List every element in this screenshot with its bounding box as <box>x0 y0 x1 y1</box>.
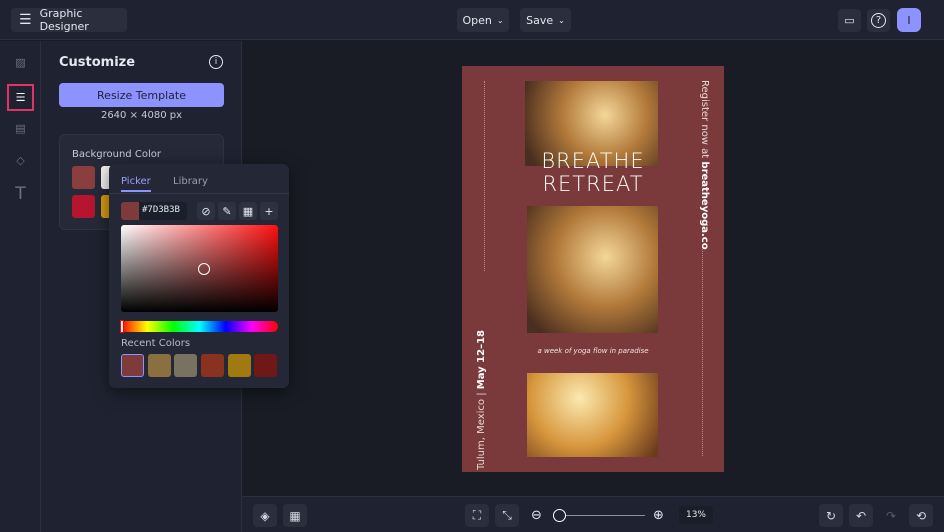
chevron-down-icon: ⌄ <box>558 16 565 25</box>
layout-icon[interactable]: ▤ <box>9 117 32 140</box>
recent-color-4[interactable] <box>201 354 224 377</box>
comment-icon: ▭ <box>844 14 854 27</box>
top-bar: ☰ Graphic Designer Open ⌄ Save ⌄ ▭ ? I <box>0 0 944 40</box>
open-button[interactable]: Open ⌄ <box>457 8 509 32</box>
recent-color-5[interactable] <box>228 354 251 377</box>
recent-color-3[interactable] <box>174 354 197 377</box>
location: Tulum, Mexico | <box>476 389 487 470</box>
open-label: Open <box>462 14 491 27</box>
register-prefix: Register now at <box>699 80 710 161</box>
bottom-bar: ◈ ▦ ⛶ ⤡ ⊖ ⊕ 13% ↻ ↶ ↷ ⟲ <box>242 496 944 532</box>
help-button[interactable]: ? <box>867 9 890 32</box>
divider-right <box>702 246 703 456</box>
layers-icon[interactable]: ◈ <box>253 504 277 527</box>
bg-swatch-current[interactable] <box>72 166 95 189</box>
refresh-icon[interactable]: ↻ <box>819 504 843 527</box>
add-color-icon[interactable]: + <box>260 202 278 220</box>
hex-input[interactable]: #7D3B3B <box>121 202 187 220</box>
shrink-icon[interactable]: ⤡ <box>495 504 519 527</box>
zoom-in-icon[interactable]: ⊕ <box>653 508 664 523</box>
current-color-swatch <box>121 202 139 220</box>
bg-color-label: Background Color <box>72 149 161 160</box>
customize-icon[interactable]: ☰ <box>7 84 34 111</box>
saturation-area[interactable] <box>121 225 278 312</box>
register-url: breatheyoga.co <box>699 161 710 249</box>
history-icon[interactable]: ⟲ <box>909 504 933 527</box>
redo-icon[interactable]: ↷ <box>879 504 903 527</box>
zoom-level[interactable]: 13% <box>679 506 713 524</box>
poster-title[interactable]: BREATHE RETREAT <box>522 150 664 196</box>
no-color-icon[interactable]: ⊘ <box>197 202 215 220</box>
photo-tea-pour[interactable] <box>527 206 658 333</box>
hue-slider[interactable] <box>121 321 278 332</box>
hue-handle[interactable] <box>120 320 124 333</box>
recent-color-6[interactable] <box>254 354 277 377</box>
zoom-out-icon[interactable]: ⊖ <box>531 508 542 523</box>
zoom-slider-handle[interactable] <box>553 509 566 522</box>
save-label: Save <box>526 14 553 27</box>
avatar-initial: I <box>907 14 910 27</box>
app-title: Graphic Designer <box>40 7 127 33</box>
tool-rail: ▨ ☰ ▤ ◇ T <box>0 41 41 532</box>
eyedropper-icon[interactable]: ✎ <box>218 202 236 220</box>
tab-divider <box>109 193 289 194</box>
photo-teapot[interactable] <box>527 373 658 457</box>
register-text[interactable]: Register now at breatheyoga.co <box>699 80 710 250</box>
comments-button[interactable]: ▭ <box>838 9 861 32</box>
chevron-down-icon: ⌄ <box>497 16 504 25</box>
recent-color-2[interactable] <box>148 354 171 377</box>
help-icon: ? <box>871 13 886 28</box>
panel-title: Customize <box>59 55 135 70</box>
tab-picker[interactable]: Picker <box>121 176 151 192</box>
resize-template-button[interactable]: Resize Template <box>59 83 224 107</box>
undo-icon[interactable]: ↶ <box>849 504 873 527</box>
palette-grid-icon[interactable]: ▦ <box>239 202 257 220</box>
grid-view-icon[interactable]: ▦ <box>283 504 307 527</box>
saturation-handle[interactable] <box>198 263 210 275</box>
recent-colors-label: Recent Colors <box>121 338 190 349</box>
text-icon[interactable]: T <box>9 182 32 205</box>
bg-swatch-red[interactable] <box>72 195 95 218</box>
tab-library[interactable]: Library <box>173 176 208 187</box>
title-line-1: BREATHE <box>522 150 664 173</box>
fit-screen-icon[interactable]: ⛶ <box>465 504 489 527</box>
template-dimensions: 2640 × 4080 px <box>59 110 224 121</box>
save-button[interactable]: Save ⌄ <box>520 8 571 32</box>
recent-color-1[interactable] <box>121 354 144 377</box>
avatar[interactable]: I <box>897 8 921 32</box>
location-dates[interactable]: Tulum, Mexico | May 12–18 <box>476 330 487 470</box>
poster[interactable]: BREATHE RETREAT a week of yoga flow in p… <box>462 66 724 472</box>
zoom-slider[interactable] <box>560 515 645 516</box>
color-picker-popup: Picker Library #7D3B3B ⊘ ✎ ▦ + Recent Co… <box>109 164 289 388</box>
menu-button[interactable]: ☰ Graphic Designer <box>11 8 127 32</box>
hex-value: #7D3B3B <box>142 205 180 215</box>
info-icon[interactable]: i <box>209 55 223 69</box>
dates: May 12–18 <box>476 330 487 389</box>
divider-left <box>484 81 485 271</box>
hamburger-icon: ☰ <box>19 12 32 28</box>
title-line-2: RETREAT <box>522 173 664 196</box>
poster-tagline[interactable]: a week of yoga flow in paradise <box>522 347 664 355</box>
shapes-icon[interactable]: ◇ <box>9 149 32 172</box>
image-icon[interactable]: ▨ <box>9 51 32 74</box>
